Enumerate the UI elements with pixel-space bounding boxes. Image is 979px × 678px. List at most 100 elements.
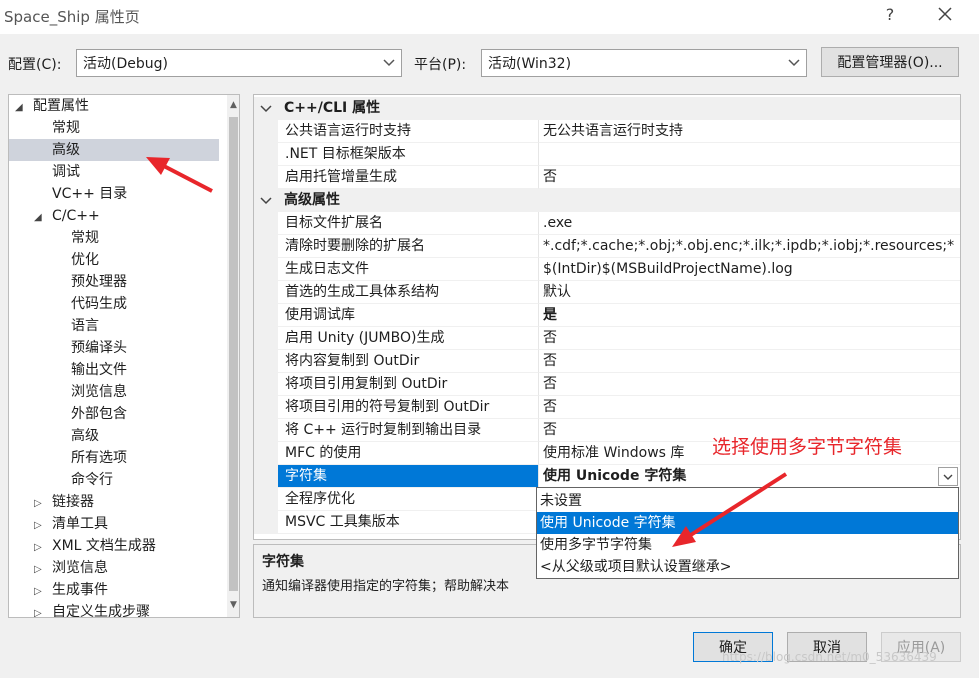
property-row[interactable]: 启用 Unity (JUMBO)生成否 xyxy=(254,327,960,350)
tree-item[interactable]: ◢ 配置属性 xyxy=(9,95,219,117)
property-row[interactable]: 使用调试库是 xyxy=(254,304,960,327)
collapse-icon[interactable]: ◢ xyxy=(34,207,44,229)
config-select[interactable]: 活动(Debug) xyxy=(76,49,402,77)
tree-item-label: 配置属性 xyxy=(33,98,89,114)
tree-item-label: 预编译头 xyxy=(71,340,127,356)
property-value[interactable]: 无公共语言运行时支持 xyxy=(538,120,960,143)
expand-icon[interactable]: ▷ xyxy=(34,603,44,617)
config-manager-button[interactable]: 配置管理器(O)... xyxy=(821,47,959,77)
charset-dropdown-button[interactable] xyxy=(938,467,958,486)
row-gutter xyxy=(254,258,278,281)
scroll-down-icon[interactable]: ▼ xyxy=(227,598,239,612)
close-icon[interactable] xyxy=(934,3,956,25)
property-value[interactable]: 否 xyxy=(538,327,960,350)
tree-item[interactable]: ▷ XML 文档生成器 xyxy=(9,535,219,557)
row-gutter xyxy=(254,396,278,419)
row-gutter xyxy=(254,419,278,442)
scroll-up-icon[interactable]: ▲ xyxy=(227,98,239,112)
tree-item[interactable]: 代码生成 xyxy=(9,293,219,315)
property-value[interactable]: 否 xyxy=(538,350,960,373)
property-value[interactable]: 否 xyxy=(538,396,960,419)
tree-item-label: 优化 xyxy=(71,252,99,268)
property-grid: C++/CLI 属性 公共语言运行时支持 无公共语言运行时支持 .NET 目标框架版本… xyxy=(253,94,961,540)
property-value[interactable]: 是 xyxy=(538,304,960,327)
property-value[interactable]: 使用 Unicode 字符集 xyxy=(538,465,960,488)
tree-item-label: 调试 xyxy=(52,164,80,180)
chevron-down-icon[interactable] xyxy=(260,196,272,206)
property-name: 启用 Unity (JUMBO)生成 xyxy=(278,327,538,350)
tree-item-label: 链接器 xyxy=(52,494,94,510)
tree-item[interactable]: ▷ 浏览信息 xyxy=(9,557,219,579)
dropdown-option[interactable]: 使用多字节字符集 xyxy=(537,534,958,556)
annotation-note: 选择使用多字节字符集 xyxy=(712,436,903,458)
property-value[interactable]: 默认 xyxy=(538,281,960,304)
chevron-down-icon xyxy=(383,59,395,67)
tree-item[interactable]: ◢ C/C++ xyxy=(9,205,219,227)
tree-item-label: 预处理器 xyxy=(71,274,127,290)
property-row[interactable]: 目标文件扩展名 .exe xyxy=(254,212,960,235)
expand-icon[interactable]: ▷ xyxy=(34,581,44,603)
dropdown-option[interactable]: 未设置 xyxy=(537,490,958,512)
tree-item[interactable]: 常规 xyxy=(9,227,219,249)
tree-item[interactable]: ▷ 自定义生成步骤 xyxy=(9,601,219,617)
tree-item-label: XML 文档生成器 xyxy=(52,538,156,554)
property-row[interactable]: 首选的生成工具体系结构 默认 xyxy=(254,281,960,304)
property-row[interactable]: 启用托管增量生成否 xyxy=(254,166,960,189)
tree-item[interactable]: 优化 xyxy=(9,249,219,271)
collapse-icon[interactable]: ◢ xyxy=(15,97,25,119)
help-icon[interactable]: ? xyxy=(880,5,900,25)
tree-item-label: 清单工具 xyxy=(52,516,108,532)
tree-scroll-thumb[interactable] xyxy=(229,117,238,591)
property-row[interactable]: 将项目引用复制到 OutDir 否 xyxy=(254,373,960,396)
property-value[interactable]: $(IntDir)$(MSBuildProjectName).log xyxy=(538,258,960,281)
tree-item[interactable]: 预编译头 xyxy=(9,337,219,359)
tree-item[interactable]: 语言 xyxy=(9,315,219,337)
expand-icon[interactable]: ▷ xyxy=(34,559,44,581)
tree-item-label: 浏览信息 xyxy=(52,560,108,576)
property-value[interactable]: 否 xyxy=(538,373,960,396)
tree-item[interactable]: 高级 xyxy=(9,425,219,447)
tree-item[interactable]: 常规 xyxy=(9,117,219,139)
property-row[interactable]: 字符集 使用 Unicode 字符集 xyxy=(254,465,960,488)
platform-select-value: 活动(Win32) xyxy=(488,56,572,72)
property-row[interactable]: 将项目引用的符号复制到 OutDir 否 xyxy=(254,396,960,419)
chevron-down-icon[interactable] xyxy=(260,104,272,114)
property-row[interactable]: .NET 目标框架版本 xyxy=(254,143,960,166)
property-value[interactable]: *.cdf;*.cache;*.obj;*.obj.enc;*.ilk;*.ip… xyxy=(538,235,960,258)
row-gutter xyxy=(254,120,278,143)
expand-icon[interactable]: ▷ xyxy=(34,537,44,559)
dropdown-option[interactable]: <从父级或项目默认设置继承> xyxy=(537,556,958,578)
expand-icon[interactable]: ▷ xyxy=(34,493,44,515)
tree-item[interactable]: 高级 xyxy=(9,139,219,161)
property-row[interactable]: 将内容复制到 OutDir 否 xyxy=(254,350,960,373)
property-row[interactable]: 清除时要删除的扩展名 *.cdf;*.cache;*.obj;*.obj.enc;… xyxy=(254,235,960,258)
row-gutter xyxy=(254,304,278,327)
row-gutter xyxy=(254,212,278,235)
tree-item[interactable]: 输出文件 xyxy=(9,359,219,381)
tree-item-label: 常规 xyxy=(52,120,80,136)
property-name: 将 C++ 运行时复制到输出目录 xyxy=(278,419,538,442)
property-name: 启用托管增量生成 xyxy=(278,166,538,189)
tree-item[interactable]: 调试 xyxy=(9,161,219,183)
tree-item[interactable]: 外部包含 xyxy=(9,403,219,425)
tree-item[interactable]: ▷ 清单工具 xyxy=(9,513,219,535)
row-gutter xyxy=(254,350,278,373)
property-row[interactable]: 生成日志文件 $(IntDir)$(MSBuildProjectName).log xyxy=(254,258,960,281)
tree-item[interactable]: 命令行 xyxy=(9,469,219,491)
expand-icon[interactable]: ▷ xyxy=(34,515,44,537)
property-value[interactable]: .exe xyxy=(538,212,960,235)
property-row[interactable]: 公共语言运行时支持 无公共语言运行时支持 xyxy=(254,120,960,143)
tree-item[interactable]: 浏览信息 xyxy=(9,381,219,403)
tree-item[interactable]: ▷ 链接器 xyxy=(9,491,219,513)
description-title: 字符集 xyxy=(262,554,304,570)
property-value[interactable] xyxy=(538,143,960,166)
property-value[interactable]: 否 xyxy=(538,166,960,189)
tree-item[interactable]: 预处理器 xyxy=(9,271,219,293)
platform-select[interactable]: 活动(Win32) xyxy=(481,49,807,77)
property-category[interactable]: C++/CLI 属性 xyxy=(254,97,960,120)
tree-item[interactable]: ▷ 生成事件 xyxy=(9,579,219,601)
tree-item[interactable]: VC++ 目录 xyxy=(9,183,219,205)
tree-item[interactable]: 所有选项 xyxy=(9,447,219,469)
dropdown-option[interactable]: 使用 Unicode 字符集 xyxy=(537,512,958,534)
property-category[interactable]: 高级属性 xyxy=(254,189,960,212)
